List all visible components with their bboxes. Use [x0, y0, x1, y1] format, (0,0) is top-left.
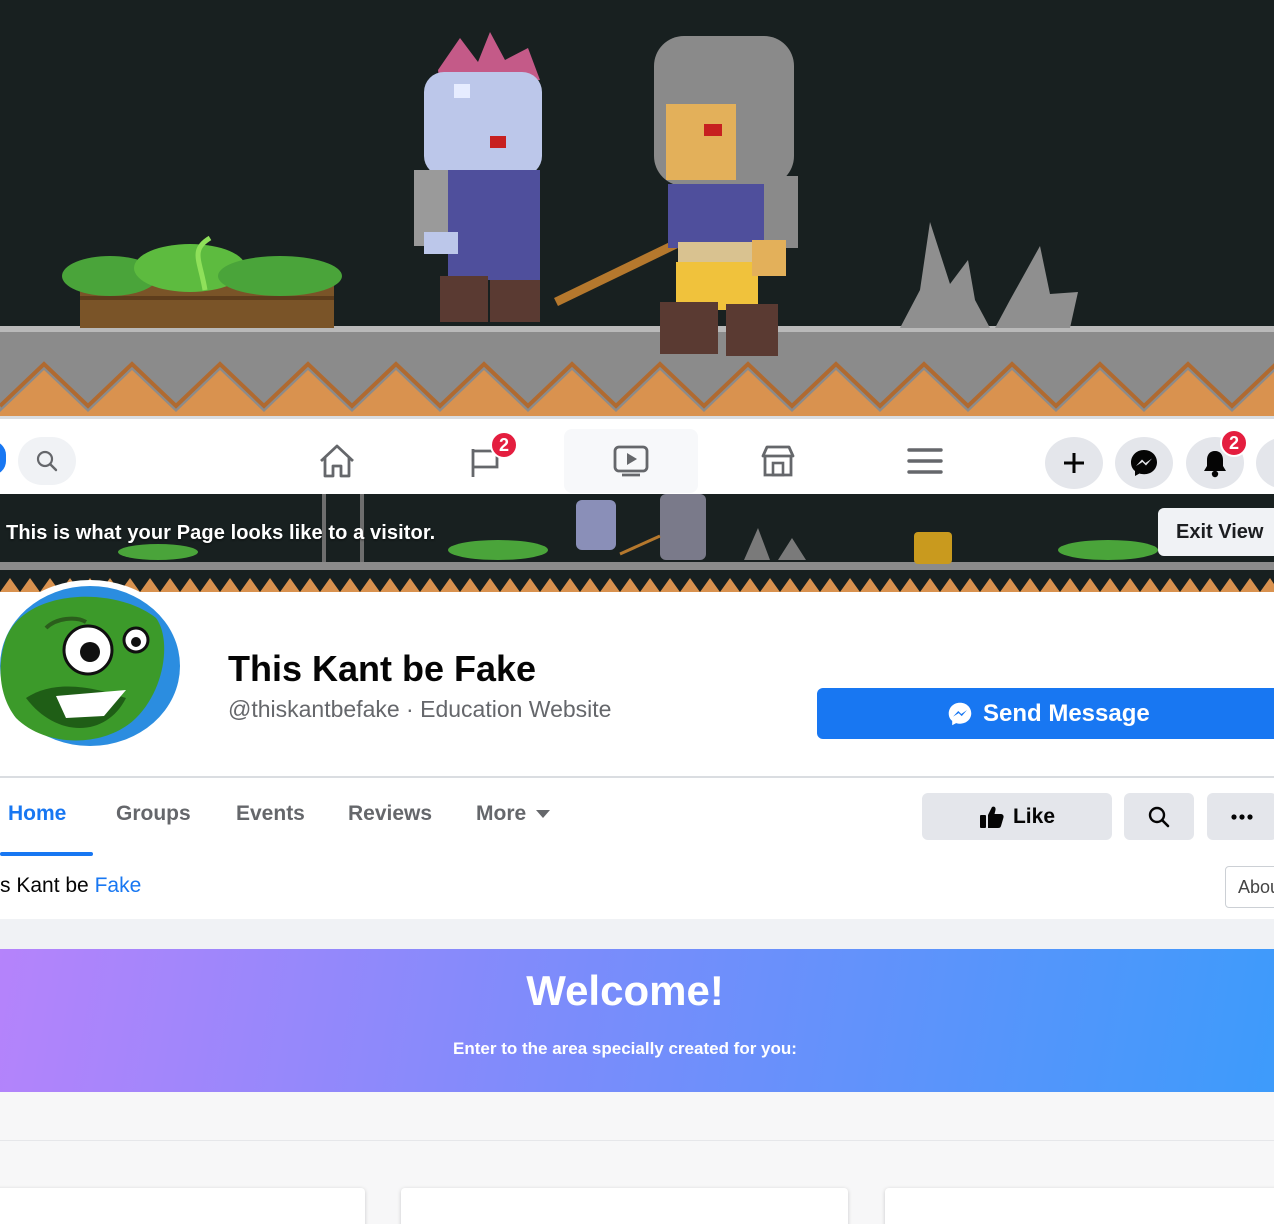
plus-icon: [1064, 453, 1084, 473]
game-scene-illustration: [0, 0, 1274, 416]
active-tab-indicator: [0, 852, 93, 856]
home-icon: [320, 444, 354, 478]
tab-menu[interactable]: [858, 429, 992, 493]
content-divider: [0, 1140, 1274, 1141]
page-subtitle: @thiskantbefake · Education Website: [228, 696, 612, 722]
tab-reviews[interactable]: Reviews: [348, 802, 432, 826]
page-header: This Kant be Fake @thiskantbefake · Educ…: [0, 580, 1274, 919]
search-button[interactable]: [18, 437, 76, 485]
like-label: Like: [1012, 804, 1056, 828]
welcome-title: Welcome!: [526, 967, 724, 1014]
content-card[interactable]: [0, 1188, 365, 1224]
welcome-banner: Welcome! Enter to the area specially cre…: [0, 949, 1274, 1092]
caret-down-icon: [536, 810, 551, 819]
search-icon: [36, 450, 58, 472]
create-button[interactable]: [1045, 437, 1103, 489]
about-button[interactable]: Abou: [1225, 866, 1274, 908]
welcome-subtitle: Enter to the area specially created for …: [453, 1039, 797, 1058]
notifications-button[interactable]: 2: [1186, 429, 1248, 489]
top-navigation-bar: 2 2: [0, 416, 1274, 494]
send-message-button[interactable]: Send Message: [817, 688, 1274, 739]
messenger-button[interactable]: [1115, 437, 1173, 489]
visitor-view-banner: This is what your Page looks like to a v…: [0, 494, 1274, 592]
content-card[interactable]: [401, 1188, 848, 1224]
marketplace-icon: [761, 445, 795, 477]
search-icon: [1148, 806, 1170, 827]
ellipsis-icon: [1231, 813, 1253, 820]
tab-groups[interactable]: Groups: [116, 802, 191, 826]
more-options-button[interactable]: [1207, 793, 1274, 840]
messenger-icon: [948, 702, 972, 725]
tab-more[interactable]: More: [476, 802, 551, 826]
tab-home[interactable]: [270, 429, 404, 493]
send-message-label: Send Message: [983, 699, 1150, 727]
notifications-badge: 2: [1220, 429, 1248, 457]
messenger-icon: [1131, 450, 1157, 476]
pages-badge: 2: [490, 431, 518, 459]
facebook-logo[interactable]: [0, 441, 6, 475]
visitor-view-message: This is what your Page looks like to a v…: [6, 522, 436, 544]
like-button[interactable]: Like: [922, 793, 1112, 840]
page-name-breadcrumb: s Kant be Fake: [0, 874, 141, 898]
page-search-button[interactable]: [1124, 793, 1194, 840]
breadcrumb-prefix: s Kant be: [0, 874, 95, 897]
tab-pages[interactable]: 2: [418, 429, 552, 493]
tab-events[interactable]: Events: [236, 802, 305, 826]
cover-image: [0, 0, 1274, 416]
avatar[interactable]: [0, 578, 188, 754]
account-button[interactable]: [1256, 437, 1274, 489]
page-title: This Kant be Fake: [228, 648, 537, 689]
thumbs-up-icon: [979, 806, 1004, 828]
content-card[interactable]: [885, 1188, 1274, 1224]
tab-watch[interactable]: [564, 429, 698, 493]
breadcrumb-link[interactable]: Fake: [95, 874, 142, 897]
tab-more-label: More: [476, 802, 527, 825]
watch-icon: [613, 445, 649, 477]
exit-view-button[interactable]: Exit View: [1158, 508, 1274, 556]
tab-home[interactable]: Home: [8, 802, 66, 826]
header-divider: [0, 776, 1274, 778]
menu-icon: [907, 448, 943, 474]
tab-marketplace[interactable]: [711, 429, 845, 493]
